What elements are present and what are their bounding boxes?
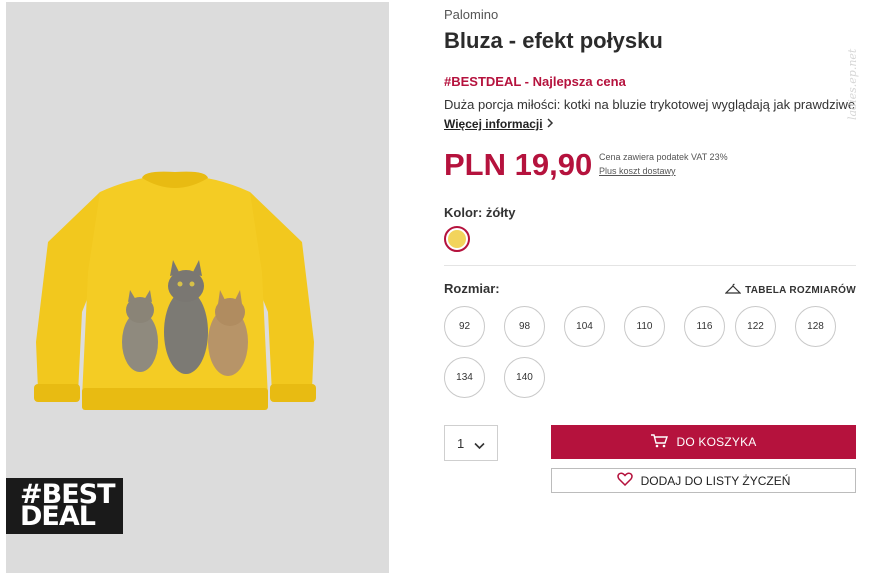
watermark: ladies.ep.net [846, 48, 859, 120]
shipping-cost-link[interactable]: Plus koszt dostawy [599, 166, 676, 176]
brand-name[interactable]: Palomino [444, 7, 498, 22]
color-label: Kolor: żółty [444, 205, 516, 220]
size-option-104[interactable]: 104 [564, 306, 605, 347]
product-image[interactable]: #BEST DEAL [6, 2, 389, 573]
product-description: Duża porcja miłości: kotki na bluzie try… [444, 97, 856, 112]
hanger-icon [724, 283, 742, 298]
product-title: Bluza - efekt połysku [444, 28, 663, 53]
size-option-92[interactable]: 92 [444, 306, 485, 347]
vat-note: Cena zawiera podatek VAT 23% [599, 152, 728, 162]
sweater-illustration [34, 171, 316, 410]
size-table-link[interactable]: TABELA ROZMIARÓW [724, 283, 856, 298]
divider [444, 265, 856, 266]
bestdeal-badge: #BEST DEAL [6, 478, 123, 534]
size-option-110[interactable]: 110 [624, 306, 665, 347]
swatch-dot [448, 230, 466, 248]
price: PLN 19,90 [444, 147, 593, 182]
add-to-wishlist-button[interactable]: DODAJ DO LISTY ŻYCZEŃ [551, 468, 856, 493]
color-swatch-yellow[interactable] [444, 226, 470, 252]
chevron-down-icon [474, 438, 485, 453]
size-option-128[interactable]: 128 [795, 306, 836, 347]
deal-label: #BESTDEAL - Najlepsza cena [444, 74, 626, 89]
quantity-select[interactable]: 1 [444, 425, 498, 461]
size-option-116[interactable]: 116 [684, 306, 725, 347]
more-info-link[interactable]: Więcej informacji [444, 117, 554, 131]
size-option-122[interactable]: 122 [735, 306, 776, 347]
size-option-140[interactable]: 140 [504, 357, 545, 398]
size-option-134[interactable]: 134 [444, 357, 485, 398]
size-label: Rozmiar: [444, 281, 500, 296]
heart-icon [616, 472, 633, 489]
size-option-98[interactable]: 98 [504, 306, 545, 347]
cart-icon [650, 433, 669, 451]
add-to-cart-button[interactable]: DO KOSZYKA [551, 425, 856, 459]
chevron-right-icon [547, 117, 554, 131]
